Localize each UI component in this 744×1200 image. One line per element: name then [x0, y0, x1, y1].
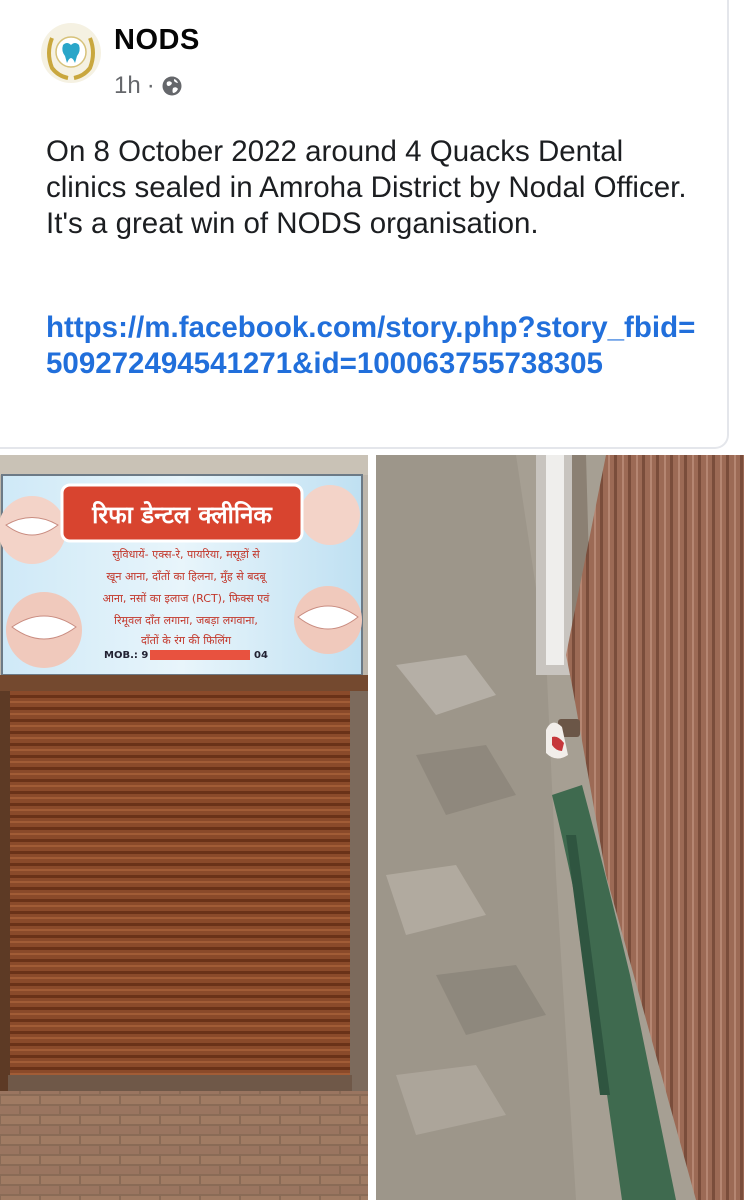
sign-line-1: सुविधायें- एक्स-रे, पायरिया, मसूड़ों से	[112, 548, 260, 562]
sign-mob: MOB.: 9	[104, 650, 148, 661]
globe-icon	[161, 75, 183, 97]
redacted-number	[150, 650, 250, 660]
sign-line-4: रिमूवल दाँत लगाना, जबड़ा लगवाना,	[114, 614, 258, 628]
sign-line-3: आना, नसों का इलाज (RCT), फिक्स एवं	[103, 592, 271, 605]
page-name[interactable]: NODS	[114, 24, 200, 57]
meta-separator: ·	[146, 72, 155, 99]
photo-grid: रिफा डेन्टल क्लीनिक सुविधायें- एक्स-रे, …	[0, 455, 744, 1200]
sign-line-2: खून आना, दाँतों का हिलना, मुँह से बदबू	[106, 570, 267, 584]
post-text: On 8 October 2022 around 4 Quacks Dental…	[46, 135, 687, 240]
post-card: NODS 1h · On 8 October 2022 around 4 Qua…	[0, 0, 744, 1200]
avatar[interactable]	[38, 20, 104, 86]
sign-mob-end: 04	[254, 650, 268, 661]
photo-sealed-lock[interactable]	[376, 455, 744, 1200]
post-meta: 1h ·	[114, 72, 183, 100]
post-time[interactable]: 1h	[114, 72, 141, 100]
sign-line-5: दाँतों के रंग की फिलिंग	[141, 634, 232, 647]
post-link[interactable]: https://m.facebook.com/story.php?story_f…	[46, 310, 706, 382]
sign-title: रिफा डेन्टल क्लीनिक	[91, 501, 273, 529]
photo-clinic-front[interactable]: रिफा डेन्टल क्लीनिक सुविधायें- एक्स-रे, …	[0, 455, 368, 1200]
post-header: NODS 1h ·	[38, 14, 698, 104]
nods-logo-icon	[41, 23, 101, 83]
